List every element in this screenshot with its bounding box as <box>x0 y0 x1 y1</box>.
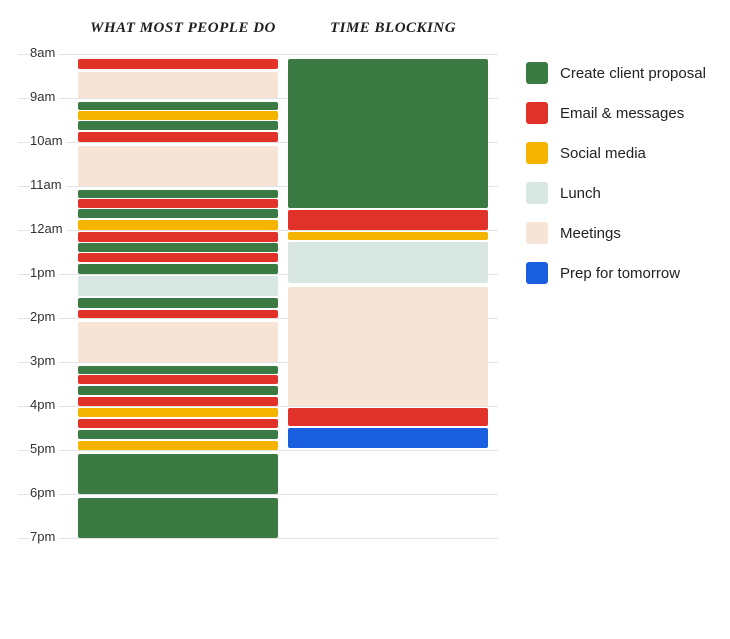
time-block-proposal <box>78 498 278 538</box>
hour-label: 11am <box>30 177 66 192</box>
time-block-proposal <box>78 121 278 130</box>
time-block-email <box>78 199 278 208</box>
legend-swatch <box>526 62 548 84</box>
legend-swatch <box>526 102 548 124</box>
hour-label: 10am <box>30 133 67 148</box>
legend-item-email: Email & messages <box>526 102 706 124</box>
time-block-proposal <box>78 243 278 252</box>
legend-label: Meetings <box>560 225 621 242</box>
data-columns <box>78 54 498 580</box>
time-block-proposal <box>78 102 278 111</box>
legend-item-prep: Prep for tomorrow <box>526 262 706 284</box>
time-block-proposal <box>78 454 278 494</box>
time-block-email <box>78 253 278 262</box>
hour-label: 1pm <box>30 265 59 280</box>
time-block-prep <box>288 428 488 448</box>
time-block-social <box>78 111 278 120</box>
time-block-email <box>288 408 488 426</box>
time-block-lunch <box>78 276 278 296</box>
hour-label: 5pm <box>30 441 59 456</box>
header-left: WHAT MOST PEOPLE DO <box>78 20 288 54</box>
hour-label: 8am <box>30 45 59 60</box>
legend-swatch <box>526 262 548 284</box>
time-block-email <box>78 132 278 142</box>
time-block-email <box>78 310 278 318</box>
time-block-email <box>78 419 278 428</box>
column-headers: WHAT MOST PEOPLE DO TIME BLOCKING <box>78 20 498 54</box>
time-block-email <box>78 59 278 68</box>
time-block-meetings <box>78 322 278 362</box>
legend-label: Social media <box>560 145 646 162</box>
header-right: TIME BLOCKING <box>288 20 498 54</box>
hour-label: 2pm <box>30 309 59 324</box>
legend-item-meetings: Meetings <box>526 222 706 244</box>
legend: Create client proposal Email & messages So… <box>526 62 706 302</box>
time-block-email <box>78 375 278 384</box>
time-block-proposal <box>78 430 278 439</box>
legend-item-lunch: Lunch <box>526 182 706 204</box>
chart-grid: WHAT MOST PEOPLE DO TIME BLOCKING 8am 9am… <box>18 20 498 580</box>
time-block-meetings <box>288 287 488 406</box>
legend-label: Create client proposal <box>560 65 706 82</box>
time-block-social <box>78 220 278 230</box>
time-block-proposal <box>78 264 278 274</box>
time-block-meetings <box>78 146 278 186</box>
legend-label: Lunch <box>560 185 601 202</box>
time-block-proposal <box>78 298 278 308</box>
legend-item-proposal: Create client proposal <box>526 62 706 84</box>
legend-swatch <box>526 142 548 164</box>
time-blocking-chart: WHAT MOST PEOPLE DO TIME BLOCKING 8am 9am… <box>18 20 712 580</box>
hour-label: 9am <box>30 89 59 104</box>
legend-label: Email & messages <box>560 105 684 122</box>
hour-label: 3pm <box>30 353 59 368</box>
time-block-proposal <box>288 59 488 208</box>
hour-label: 12am <box>30 221 67 236</box>
legend-swatch <box>526 222 548 244</box>
time-block-proposal <box>78 209 278 218</box>
time-block-email <box>78 232 278 242</box>
legend-label: Prep for tomorrow <box>560 265 680 282</box>
time-block-meetings <box>78 72 278 98</box>
hour-label: 7pm <box>30 529 59 544</box>
time-block-proposal <box>78 190 278 199</box>
legend-swatch <box>526 182 548 204</box>
legend-item-social: Social media <box>526 142 706 164</box>
time-block-social <box>288 232 488 239</box>
hour-label: 4pm <box>30 397 59 412</box>
time-block-social <box>78 408 278 417</box>
hour-label: 6pm <box>30 485 59 500</box>
time-block-proposal <box>78 386 278 395</box>
time-block-email <box>288 210 488 230</box>
time-block-lunch <box>288 242 488 282</box>
time-block-social <box>78 441 278 450</box>
time-block-email <box>78 397 278 406</box>
time-block-proposal <box>78 366 278 375</box>
